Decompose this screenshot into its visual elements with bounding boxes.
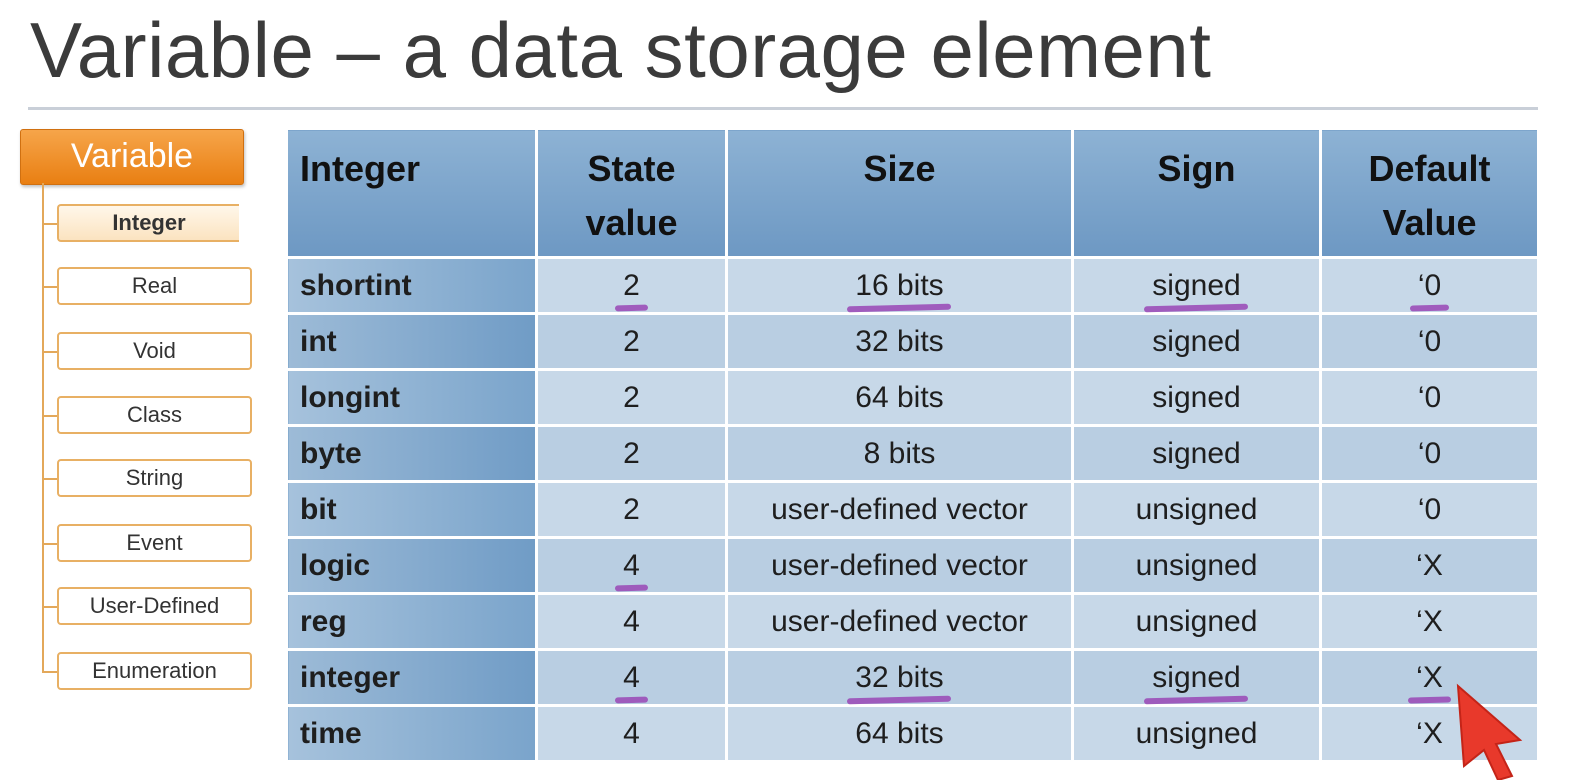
cell-type: byte bbox=[285, 424, 538, 483]
header-default-value: Default Value bbox=[1319, 127, 1540, 259]
pen-underline bbox=[1144, 695, 1249, 704]
pen-underline bbox=[615, 304, 648, 311]
cell-sign: unsigned bbox=[1071, 480, 1322, 539]
cell-default: ‘0 bbox=[1319, 312, 1540, 371]
header-integer: Integer bbox=[285, 127, 538, 259]
cell-sign: unsigned bbox=[1071, 536, 1322, 595]
cell-type: longint bbox=[285, 368, 538, 427]
table-row: shortint 2 16 bits signed ‘0 bbox=[285, 256, 1540, 315]
tree-item-void: Void bbox=[57, 332, 252, 370]
cell-text: 32 bits bbox=[855, 660, 944, 694]
tree-connector bbox=[42, 183, 44, 673]
cell-type: integer bbox=[285, 648, 538, 707]
cell-sign: signed bbox=[1071, 368, 1322, 427]
cell-type: bit bbox=[285, 480, 538, 539]
tree-branch bbox=[42, 606, 58, 608]
cell-text: signed bbox=[1152, 660, 1241, 694]
pen-underline bbox=[1144, 303, 1249, 312]
table-row: reg 4 user-defined vector unsigned ‘X bbox=[285, 592, 1540, 651]
cursor-arrow-icon bbox=[1456, 683, 1523, 780]
pen-underline bbox=[1409, 303, 1450, 312]
pen-underline bbox=[615, 696, 648, 703]
cell-sign: signed bbox=[1071, 312, 1322, 371]
pen-underline bbox=[847, 303, 952, 312]
tree-item-enumeration: Enumeration bbox=[57, 652, 252, 690]
cell-size: 64 bits bbox=[725, 368, 1074, 427]
tree-branch bbox=[42, 351, 58, 353]
table-row: logic 4 user-defined vector unsigned ‘X bbox=[285, 536, 1540, 595]
cell-size: 32 bits bbox=[725, 648, 1074, 707]
cell-default: ‘0 bbox=[1319, 256, 1540, 315]
cell-default: ‘0 bbox=[1319, 368, 1540, 427]
table-row: integer 4 32 bits signed ‘X bbox=[285, 648, 1540, 707]
cell-state-value: 2 bbox=[535, 480, 728, 539]
cell-state-value: 4 bbox=[535, 648, 728, 707]
cell-text: 2 bbox=[623, 268, 640, 302]
cell-size: user-defined vector bbox=[725, 480, 1074, 539]
cell-state-value: 2 bbox=[535, 256, 728, 315]
tree-branch bbox=[42, 286, 58, 288]
tree-branch bbox=[42, 478, 58, 480]
tree-item-integer: Integer bbox=[57, 204, 239, 242]
table-row: int 2 32 bits signed ‘0 bbox=[285, 312, 1540, 371]
cell-type: reg bbox=[285, 592, 538, 651]
tree-branch bbox=[42, 671, 58, 673]
cell-size: user-defined vector bbox=[725, 592, 1074, 651]
variable-root-node: Variable bbox=[20, 129, 244, 185]
cell-sign: unsigned bbox=[1071, 704, 1322, 763]
cell-type: time bbox=[285, 704, 538, 763]
integer-types-table: Integer State value Size Sign Default Va… bbox=[285, 127, 1540, 763]
pen-underline bbox=[847, 695, 952, 704]
cell-state-value: 4 bbox=[535, 536, 728, 595]
slide-title: Variable – a data storage element bbox=[30, 6, 1212, 94]
header-size: Size bbox=[725, 127, 1074, 259]
cell-state-value: 4 bbox=[535, 704, 728, 763]
cell-size: 64 bits bbox=[725, 704, 1074, 763]
cell-text: ‘0 bbox=[1417, 268, 1442, 302]
table-row: time 4 64 bits unsigned ‘X bbox=[285, 704, 1540, 763]
title-divider bbox=[28, 107, 1538, 110]
table-row: byte 2 8 bits signed ‘0 bbox=[285, 424, 1540, 483]
tree-item-event: Event bbox=[57, 524, 252, 562]
cell-text: signed bbox=[1152, 268, 1241, 302]
cell-default: ‘X bbox=[1319, 592, 1540, 651]
cell-size: 8 bits bbox=[725, 424, 1074, 483]
cell-state-value: 2 bbox=[535, 312, 728, 371]
table-row: bit 2 user-defined vector unsigned ‘0 bbox=[285, 480, 1540, 539]
cell-size: 16 bits bbox=[725, 256, 1074, 315]
tree-branch bbox=[42, 223, 58, 225]
cell-sign: unsigned bbox=[1071, 592, 1322, 651]
cell-sign: signed bbox=[1071, 648, 1322, 707]
tree-branch bbox=[42, 415, 58, 417]
cell-state-value: 2 bbox=[535, 424, 728, 483]
pen-underline bbox=[615, 584, 648, 591]
cell-default: ‘X bbox=[1319, 536, 1540, 595]
cell-text: 4 bbox=[623, 548, 640, 582]
cell-default: ‘0 bbox=[1319, 424, 1540, 483]
cell-default: ‘0 bbox=[1319, 480, 1540, 539]
cell-type: shortint bbox=[285, 256, 538, 315]
cell-type: int bbox=[285, 312, 538, 371]
cell-type: logic bbox=[285, 536, 538, 595]
table-row: longint 2 64 bits signed ‘0 bbox=[285, 368, 1540, 427]
tree-item-real: Real bbox=[57, 267, 252, 305]
cell-text: 4 bbox=[623, 660, 640, 694]
cell-sign: signed bbox=[1071, 424, 1322, 483]
cell-state-value: 2 bbox=[535, 368, 728, 427]
cell-text: 16 bits bbox=[855, 268, 944, 302]
cell-sign: signed bbox=[1071, 256, 1322, 315]
tree-item-string: String bbox=[57, 459, 252, 497]
header-sign: Sign bbox=[1071, 127, 1322, 259]
cell-size: user-defined vector bbox=[725, 536, 1074, 595]
cell-state-value: 4 bbox=[535, 592, 728, 651]
header-state-value: State value bbox=[535, 127, 728, 259]
tree-item-user-defined: User-Defined bbox=[57, 587, 252, 625]
cell-size: 32 bits bbox=[725, 312, 1074, 371]
tree-item-class: Class bbox=[57, 396, 252, 434]
table-header-row: Integer State value Size Sign Default Va… bbox=[285, 127, 1540, 259]
pen-underline bbox=[1408, 695, 1451, 704]
tree-branch bbox=[42, 543, 58, 545]
cell-text: ‘X bbox=[1416, 660, 1443, 694]
